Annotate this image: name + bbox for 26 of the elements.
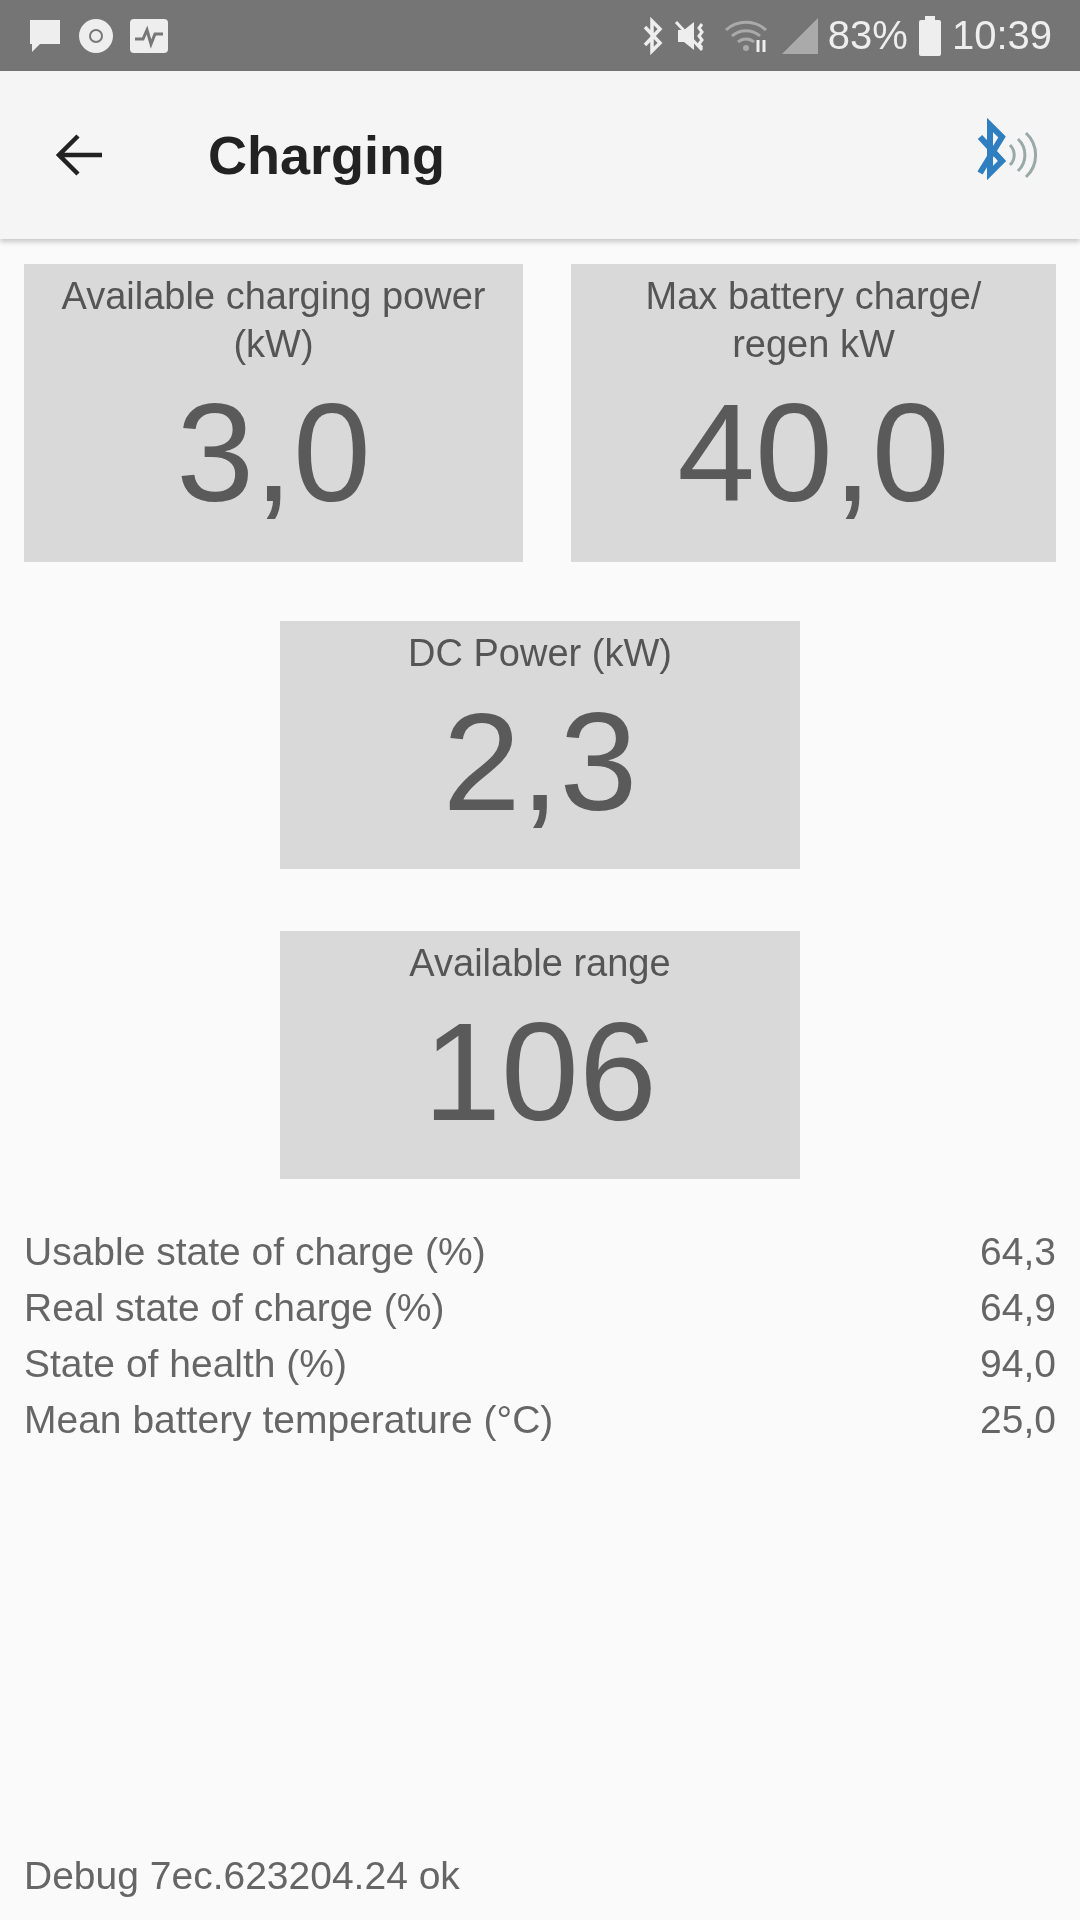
signal-icon <box>781 17 818 54</box>
reading-value: 64,3 <box>980 1229 1056 1275</box>
reading-label: Real state of charge (%) <box>24 1285 445 1331</box>
debug-status: Debug 7ec.623204.24 ok <box>23 1854 461 1899</box>
tile-value: 106 <box>423 992 657 1152</box>
reading-label: State of health (%) <box>24 1341 347 1387</box>
clock: 10:39 <box>951 13 1052 58</box>
tile-label: DC Power (kW) <box>408 631 672 676</box>
tile-label: Available charging power (kW) <box>60 274 487 367</box>
pulse-icon <box>130 18 168 53</box>
reading-value: 64,9 <box>980 1285 1056 1331</box>
tile-value: 40,0 <box>677 373 950 533</box>
reading-value: 94,0 <box>980 1341 1056 1387</box>
message-icon <box>28 17 62 54</box>
tile-value: 2,3 <box>442 682 638 842</box>
tile-value: 3,0 <box>176 373 371 533</box>
bluetooth-icon <box>641 16 664 55</box>
tile-label: Max battery charge/ regen kW <box>644 274 983 367</box>
tile-label: Available range <box>409 941 671 986</box>
reading-label: Usable state of charge (%) <box>24 1229 486 1275</box>
screen-title: Charging <box>208 124 446 186</box>
battery-percent: 83% <box>827 13 908 58</box>
battery-icon <box>917 15 942 56</box>
reading-label: Mean battery temperature (°C) <box>24 1397 554 1443</box>
back-button[interactable] <box>56 133 104 177</box>
reading-value: 25,0 <box>980 1397 1056 1443</box>
